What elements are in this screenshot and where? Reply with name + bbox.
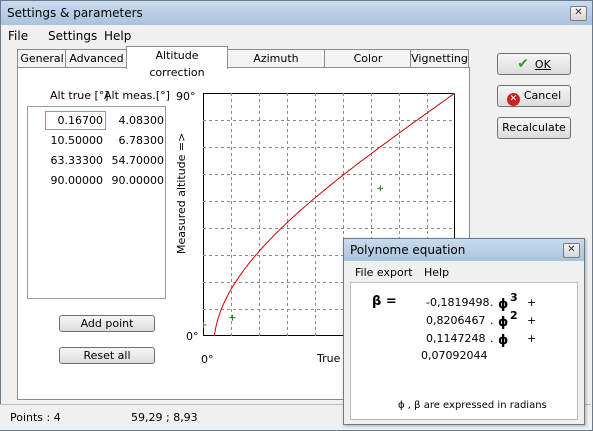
check-icon: ✔ — [517, 56, 529, 72]
cursor-coords: 59,29 ; 8,93 — [131, 411, 198, 424]
title-bar: Settings & parameters ✕ — [1, 1, 592, 25]
popup-menu-bar: File export Help — [344, 262, 584, 280]
equation-area: β = -0,1819498 . ϕ 3 + 0,8206467 . ϕ 2 +… — [350, 282, 578, 420]
phi-symbol: ϕ — [498, 315, 509, 330]
y-tick-bottom: 0° — [186, 330, 199, 343]
coefficient-0: 0,07092044 — [421, 349, 488, 362]
menu-file-export[interactable]: File export — [355, 266, 413, 279]
table-cell[interactable]: 54.70000 — [107, 153, 165, 168]
plus-sign: + — [527, 296, 537, 309]
exponent-2: 2 — [510, 309, 518, 322]
units-note: ϕ , β are expressed in radians — [398, 400, 547, 411]
close-icon: ✕ — [574, 7, 583, 18]
tab-vignetting[interactable]: Vignetting — [410, 49, 469, 68]
popup-close-button[interactable]: ✕ — [563, 243, 580, 258]
phi-symbol: ϕ — [498, 333, 509, 348]
header-alt-meas: Alt meas.[°] — [104, 89, 170, 102]
table-row[interactable]: 90.00000 90.00000 — [28, 170, 165, 190]
x-tick-left: 0° — [201, 353, 214, 366]
coefficient-2: 0,8206467 — [426, 314, 486, 327]
table-cell[interactable]: 10.50000 — [46, 133, 104, 148]
cancel-label: Cancel — [523, 89, 562, 102]
x-axis-label: True — [317, 352, 341, 365]
add-point-button[interactable]: Add point — [59, 315, 155, 332]
table-cell[interactable]: 63.33300 — [46, 153, 104, 168]
popup-title-bar: Polynome equation ✕ — [344, 239, 584, 261]
menu-bar: File Settings Help — [1, 26, 592, 45]
close-icon: ✕ — [567, 244, 576, 255]
header-alt-true: Alt true [°] — [50, 89, 109, 102]
table-row[interactable]: 63.33300 54.70000 — [28, 150, 165, 170]
plus-sign: + — [527, 332, 537, 345]
dot-operator: . — [490, 332, 494, 345]
ok-button[interactable]: ✔ OK — [497, 53, 571, 75]
tab-altitude-correction[interactable]: Altitude correction — [126, 46, 228, 79]
tab-advanced[interactable]: Advanced — [65, 49, 128, 68]
reset-all-button[interactable]: Reset all — [59, 347, 155, 364]
table-cell[interactable]: 0.16700 — [46, 113, 104, 128]
y-tick-top: 90° — [176, 90, 196, 103]
menu-settings[interactable]: Settings — [48, 29, 97, 43]
y-axis-label: Measured altitude => — [175, 132, 188, 254]
dot-operator: . — [490, 296, 494, 309]
table-cell[interactable]: 6.78300 — [107, 133, 165, 148]
window-title: Settings & parameters — [7, 6, 143, 20]
close-button[interactable]: ✕ — [570, 6, 587, 21]
coefficient-3: -0,1819498 — [426, 296, 490, 309]
dot-operator: . — [490, 314, 494, 327]
table-cell[interactable]: 90.00000 — [107, 173, 165, 188]
popup-title: Polynome equation — [350, 243, 466, 257]
coefficient-1: 0,1147248 — [426, 332, 486, 345]
tab-general[interactable]: General — [17, 49, 67, 68]
table-cell[interactable]: 4.08300 — [107, 113, 165, 128]
menu-help[interactable]: Help — [104, 29, 131, 43]
menu-file[interactable]: File — [8, 29, 28, 43]
beta-label: β = — [372, 294, 397, 309]
ok-label: OK — [534, 58, 551, 71]
table-row[interactable]: 10.50000 6.78300 — [28, 130, 165, 150]
tab-azimuth-correction[interactable]: Azimuth correction — [226, 49, 326, 82]
tab-color-correction[interactable]: Color correction — [324, 49, 412, 82]
polynome-window: Polynome equation ✕ File export Help β =… — [343, 238, 585, 425]
table-cell[interactable]: 90.00000 — [46, 173, 104, 188]
menu-popup-help[interactable]: Help — [424, 266, 449, 279]
table-row[interactable]: 0.16700 4.08300 — [28, 110, 165, 130]
data-table: 0.16700 4.08300 10.50000 6.78300 63.3330… — [27, 106, 166, 299]
cancel-icon: ✕ — [506, 93, 520, 106]
phi-symbol: ϕ — [498, 297, 509, 312]
exponent-3: 3 — [510, 291, 518, 304]
plus-sign: + — [527, 314, 537, 327]
points-count: Points : 4 — [10, 411, 61, 424]
recalculate-button[interactable]: Recalculate — [497, 117, 571, 139]
cancel-button[interactable]: ✕ Cancel — [497, 85, 571, 107]
